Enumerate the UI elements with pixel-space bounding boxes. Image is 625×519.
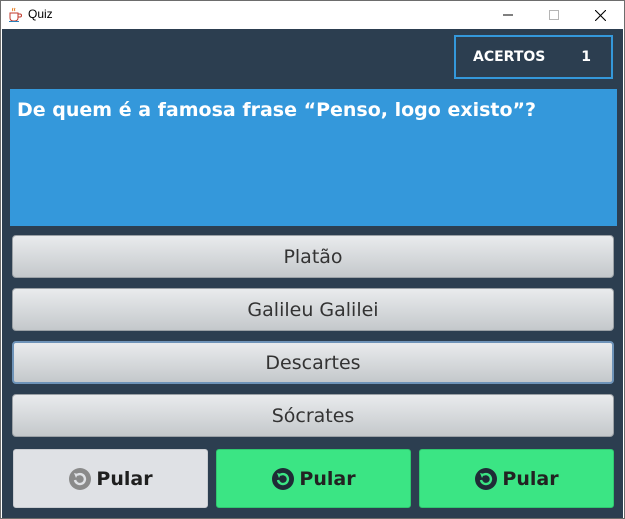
score-label: ACERTOS bbox=[473, 49, 546, 65]
question-panel: De quem é a famosa frase “Penso, logo ex… bbox=[10, 89, 617, 226]
score-value: 1 bbox=[581, 49, 591, 65]
maximize-icon bbox=[549, 10, 559, 20]
skip-label-3: Pular bbox=[502, 467, 559, 490]
answer-button-3[interactable]: Descartes bbox=[12, 341, 614, 384]
skip-button-2[interactable]: Pular bbox=[216, 449, 411, 508]
score-box: ACERTOS 1 bbox=[454, 35, 613, 79]
skip-button-1[interactable]: Pular bbox=[13, 449, 208, 508]
minimize-button[interactable] bbox=[485, 1, 531, 29]
close-button[interactable] bbox=[577, 1, 623, 29]
title-bar: Quiz bbox=[1, 1, 624, 29]
maximize-button[interactable] bbox=[531, 1, 577, 29]
answer-button-1[interactable]: Platão bbox=[12, 235, 614, 278]
close-icon bbox=[594, 9, 606, 21]
question-text: De quem é a famosa frase “Penso, logo ex… bbox=[17, 99, 537, 121]
window-title: Quiz bbox=[28, 7, 53, 21]
quiz-content: ACERTOS 1 De quem é a famosa frase “Pens… bbox=[2, 29, 623, 518]
answer-button-4[interactable]: Sócrates bbox=[12, 394, 614, 437]
minimize-icon bbox=[503, 14, 513, 16]
skip-rotate-icon bbox=[475, 467, 498, 490]
skip-label-1: Pular bbox=[96, 467, 153, 490]
skip-button-3[interactable]: Pular bbox=[419, 449, 614, 508]
answer-button-2[interactable]: Galileu Galilei bbox=[12, 288, 614, 331]
skip-rotate-icon bbox=[272, 467, 295, 490]
java-cup-icon bbox=[9, 7, 22, 22]
skip-rotate-icon bbox=[69, 467, 92, 490]
skip-label-2: Pular bbox=[299, 467, 356, 490]
quiz-window: Quiz ACERTOS 1 De quem é a famosa frase … bbox=[0, 0, 625, 519]
